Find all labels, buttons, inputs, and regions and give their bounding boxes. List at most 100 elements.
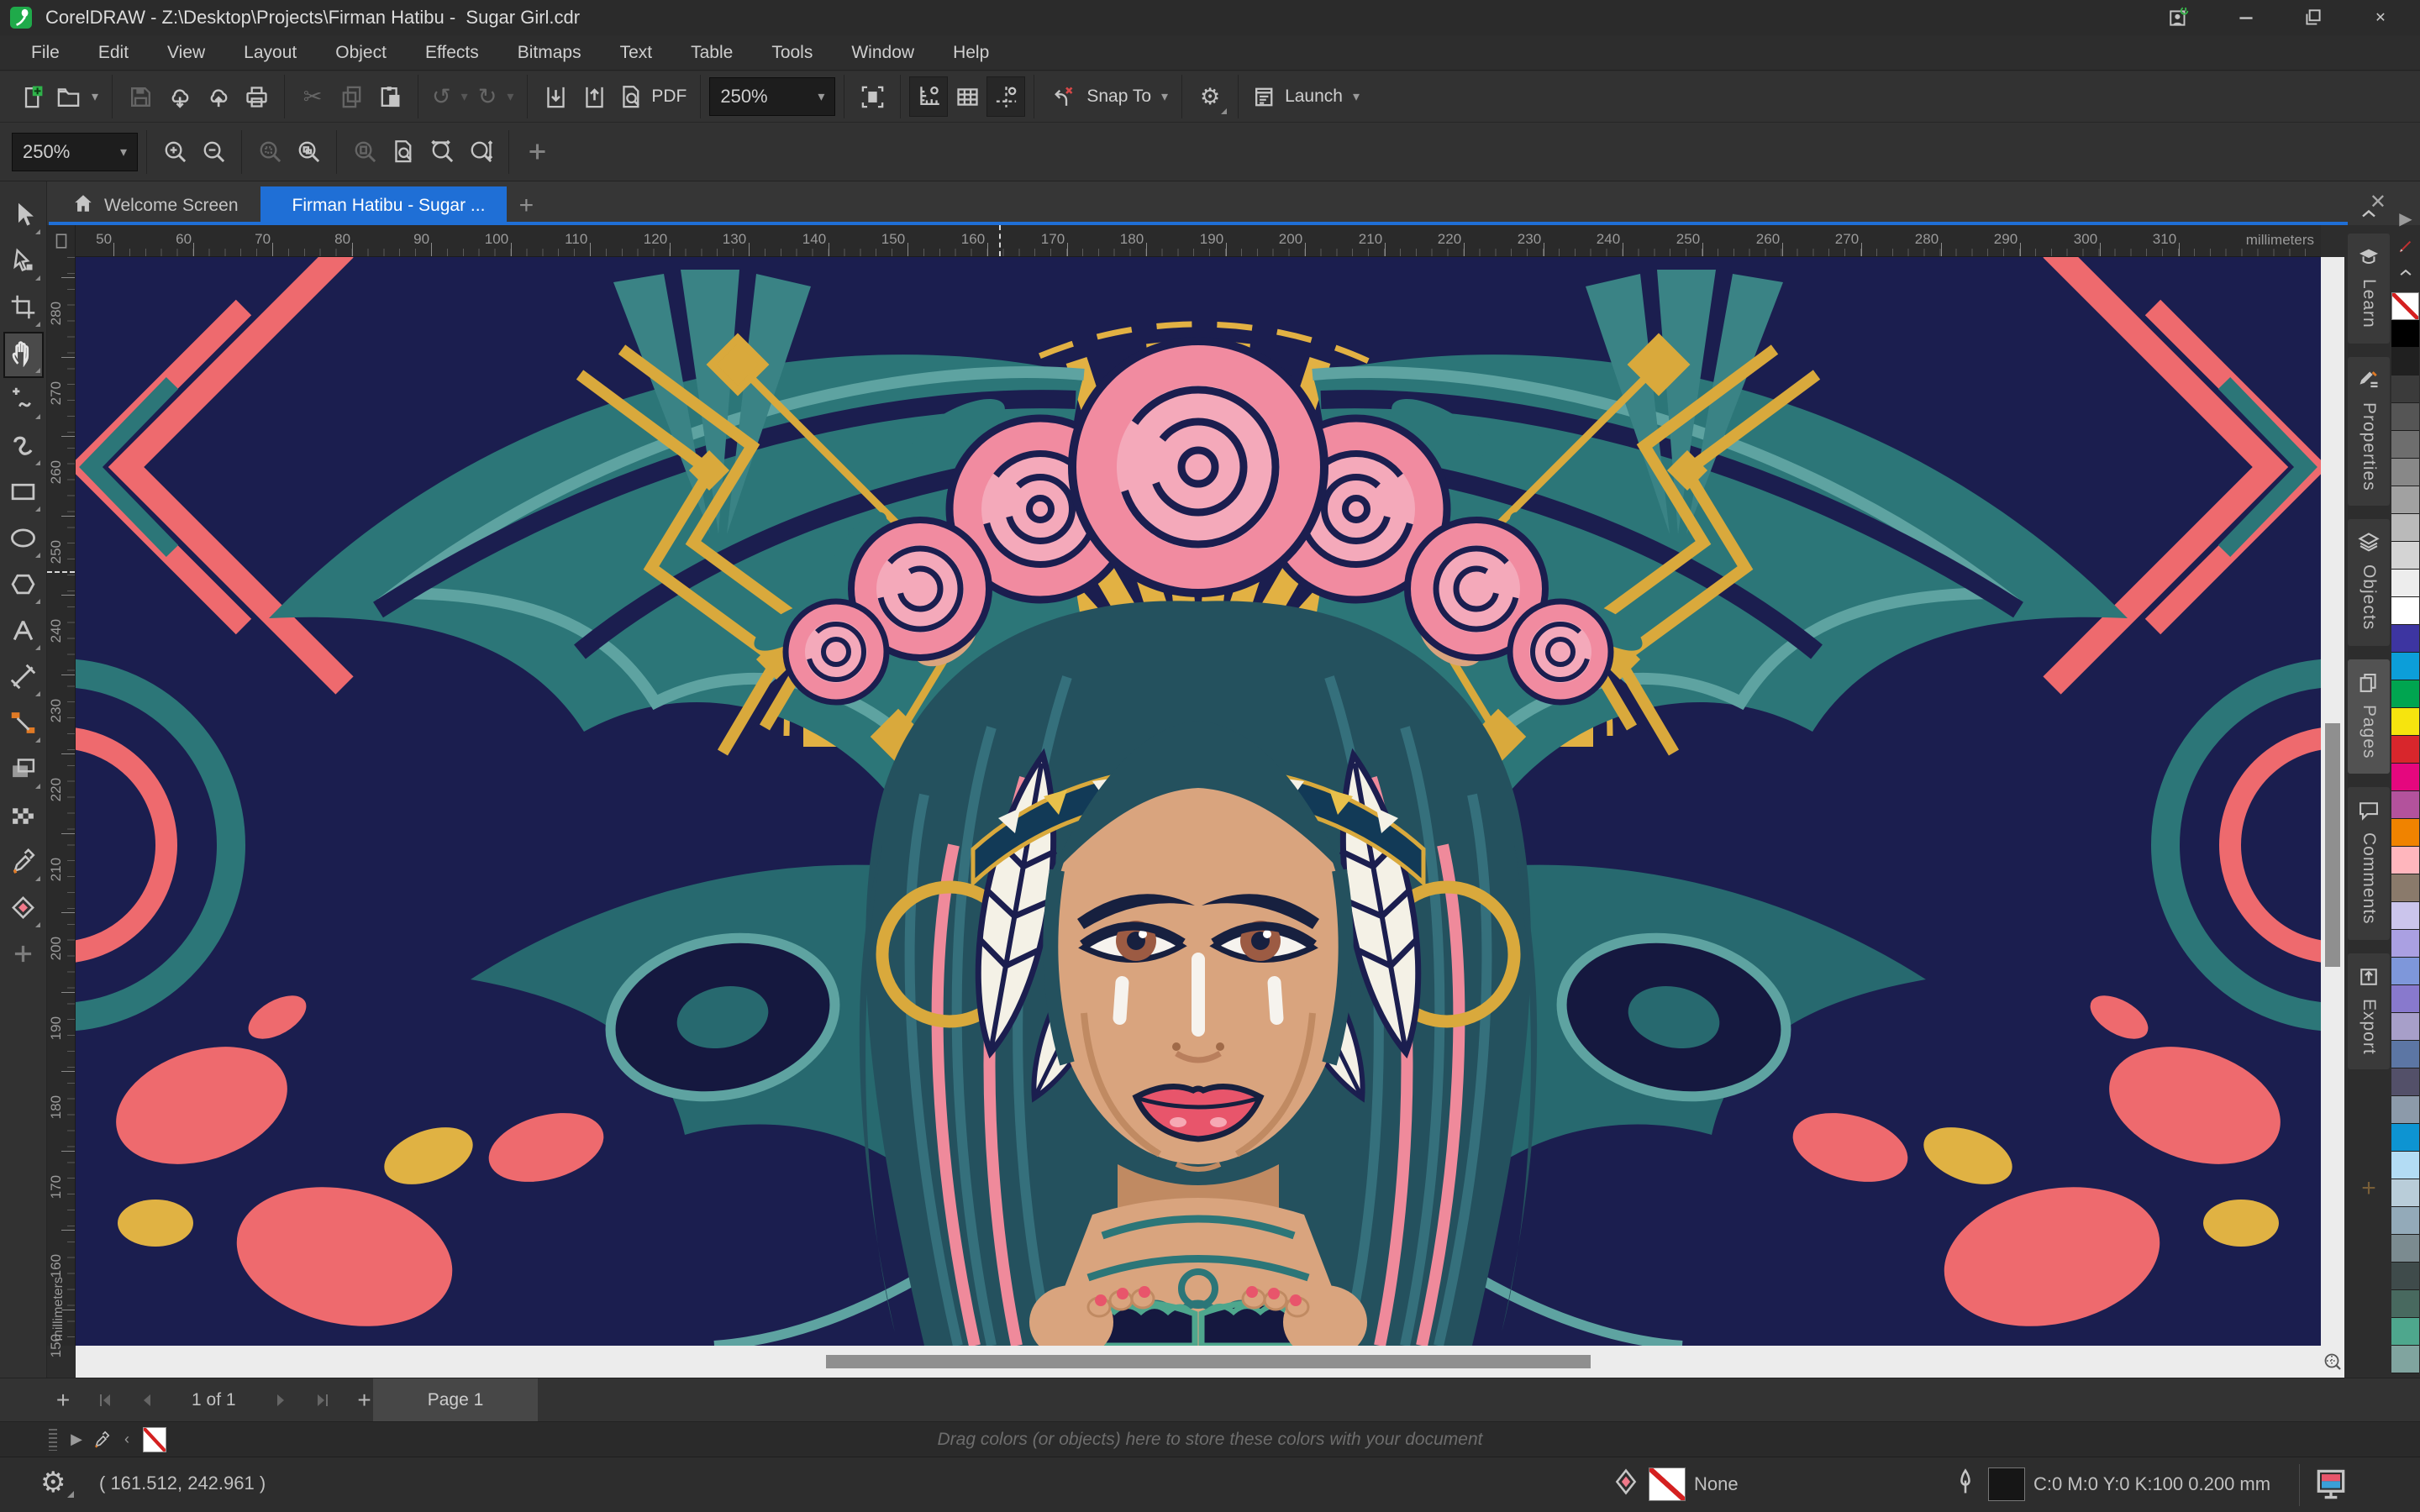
menu-item[interactable]: Effects [406, 35, 498, 70]
page-tab[interactable]: Page 1 [373, 1378, 538, 1422]
menu-item[interactable]: Help [934, 35, 1008, 70]
vertical-scrollbar[interactable] [2321, 257, 2344, 1346]
docker-tab-properties[interactable]: Properties [2348, 356, 2390, 507]
last-page-icon[interactable] [302, 1378, 344, 1422]
zoom-levels-combo[interactable]: 250% [12, 132, 138, 171]
new-tab-button[interactable]: + [507, 186, 545, 225]
vertical-scrollbar-thumb[interactable] [2325, 723, 2340, 967]
snap-to-dropdown[interactable]: Snap To [1081, 76, 1173, 117]
docker-tab-objects[interactable]: Objects [2348, 519, 2390, 646]
palette-swatch[interactable] [2391, 596, 2419, 625]
text-tool[interactable] [3, 609, 44, 655]
save-button[interactable] [121, 76, 160, 117]
connector-tool[interactable] [3, 701, 44, 748]
palette-swatch[interactable] [2391, 319, 2419, 348]
pan-tool[interactable] [3, 332, 44, 378]
palette-swatch[interactable] [2391, 1234, 2419, 1263]
launch-button[interactable]: Launch [1247, 76, 1365, 117]
customize-toolbar-button[interactable] [518, 132, 556, 172]
transparency-tool[interactable] [3, 794, 44, 840]
open-button[interactable] [50, 76, 103, 117]
open-from-cloud-button[interactable] [160, 76, 198, 117]
palette-swatch[interactable] [2391, 486, 2419, 514]
add-tool-button[interactable] [3, 932, 44, 979]
options-button[interactable]: ⚙ [1191, 76, 1229, 117]
export-button[interactable] [575, 76, 613, 117]
menu-item[interactable]: Table [671, 35, 752, 70]
crop-tool[interactable] [3, 286, 44, 332]
cut-button[interactable]: ✂ [293, 76, 332, 117]
palette-flyout-icon[interactable]: ▶ [2391, 205, 2420, 233]
palette-swatch[interactable] [2391, 901, 2419, 930]
palette-swatch[interactable] [2391, 846, 2419, 874]
palette-swatch[interactable] [2391, 818, 2419, 847]
zoom-in-button[interactable] [155, 132, 194, 172]
first-page-icon[interactable] [84, 1378, 126, 1422]
zoom-all-objects-button[interactable] [289, 132, 328, 172]
palette-swatch[interactable] [2391, 707, 2419, 736]
horizontal-scrollbar[interactable] [76, 1346, 2321, 1378]
menu-item[interactable]: Object [316, 35, 406, 70]
menu-item[interactable]: Text [601, 35, 672, 70]
zoom-page-button[interactable] [345, 132, 384, 172]
add-docker-button[interactable]: + [2348, 1172, 2390, 1205]
menu-item[interactable]: Edit [79, 35, 148, 70]
palette-swatch[interactable] [2391, 347, 2419, 375]
drop-shadow-tool[interactable] [3, 748, 44, 794]
drawing-canvas[interactable] [76, 257, 2321, 1346]
show-grid-button[interactable] [948, 76, 986, 117]
previous-page-icon[interactable] [126, 1378, 168, 1422]
snap-off-button[interactable] [1043, 76, 1081, 117]
copy-button[interactable] [332, 76, 371, 117]
collapse-dockers-icon[interactable] [2348, 202, 2390, 227]
color-eyedropper-tool[interactable] [3, 840, 44, 886]
palette-swatch[interactable] [2391, 375, 2419, 403]
document-navigator-icon[interactable] [2321, 1346, 2344, 1378]
dimension-tool[interactable] [3, 655, 44, 701]
account-icon[interactable] [2165, 3, 2193, 32]
new-document-button[interactable] [12, 76, 50, 117]
palette-swatch[interactable] [2391, 763, 2419, 791]
next-page-icon[interactable] [260, 1378, 302, 1422]
menu-item[interactable]: Tools [752, 35, 832, 70]
undo-button[interactable]: ↺ [427, 76, 473, 117]
color-settings-icon[interactable] [2312, 1466, 2349, 1508]
palette-swatch[interactable] [2391, 1206, 2419, 1235]
menu-item[interactable]: View [148, 35, 224, 70]
palette-swatch[interactable] [2391, 624, 2419, 653]
horizontal-ruler[interactable]: 50 60 70 80 90 100 110 120 130 140 150 160 170 180 190… [76, 225, 2321, 257]
publish-pdf-button[interactable]: PDF [613, 76, 692, 117]
palette-eyedropper-icon[interactable] [2391, 233, 2420, 260]
print-button[interactable] [237, 76, 276, 117]
palette-swatch[interactable] [2391, 430, 2419, 459]
artistic-media-tool[interactable] [3, 424, 44, 470]
palette-swatch[interactable] [2391, 1095, 2419, 1124]
zoom-page-width-button[interactable] [423, 132, 461, 172]
pick-tool[interactable] [3, 193, 44, 239]
palette-swatch[interactable] [2391, 874, 2419, 902]
palette-swatch[interactable] [2391, 1151, 2419, 1179]
palette-swatch[interactable] [2391, 1068, 2419, 1096]
palette-swatch[interactable] [2391, 541, 2419, 570]
zoom-level-combo[interactable]: 250% [709, 77, 836, 116]
palette-swatch[interactable] [2391, 458, 2419, 486]
paste-button[interactable] [371, 76, 409, 117]
interactive-fill-tool[interactable] [3, 886, 44, 932]
zoom-out-button[interactable] [194, 132, 233, 172]
palette-swatch[interactable] [2391, 569, 2419, 597]
save-to-cloud-button[interactable] [198, 76, 237, 117]
full-screen-preview-button[interactable] [853, 76, 892, 117]
palette-swatch[interactable] [2391, 1262, 2419, 1290]
zoom-page-height-button[interactable] [461, 132, 500, 172]
palette-swatch[interactable] [2391, 1123, 2419, 1152]
palette-scroll-up-icon[interactable] [2391, 260, 2420, 287]
polygon-tool[interactable] [3, 563, 44, 609]
palette-swatch[interactable] [2391, 929, 2419, 958]
import-button[interactable] [536, 76, 575, 117]
restore-button[interactable] [2299, 3, 2328, 32]
ruler-origin-button[interactable] [47, 225, 76, 257]
menu-item[interactable]: Window [832, 35, 934, 70]
docker-tab-export[interactable]: Export [2348, 953, 2390, 1070]
palette-swatch[interactable] [2391, 1179, 2419, 1207]
minimize-button[interactable] [2232, 3, 2260, 32]
